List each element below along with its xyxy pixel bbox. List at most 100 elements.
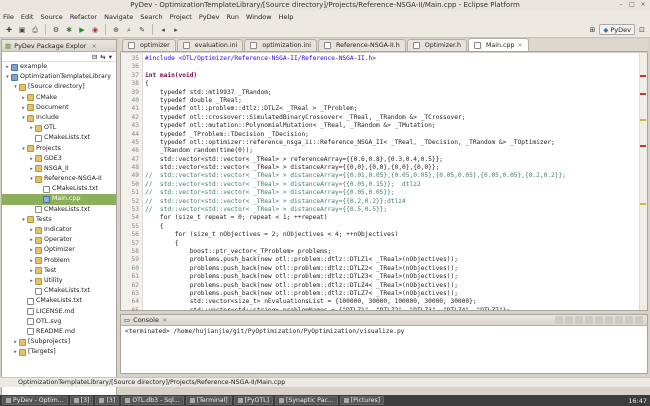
tree-item[interactable]: ▸ Indicator [2,225,116,235]
tree-item[interactable]: ▾ Reference-NSGA-II [2,174,116,184]
menu-source[interactable]: Source [40,13,62,21]
menu-edit[interactable]: Edit [21,13,34,21]
collapsed-icon[interactable]: ▸ [28,256,35,266]
back-icon[interactable]: ◂ [158,25,168,35]
tree-item[interactable]: CMakeLists.txt [2,205,116,215]
open-perspective-icon[interactable]: ⊞ [587,25,597,35]
collapsed-icon[interactable]: ▸ [12,337,19,347]
perspective-cpp-icon[interactable]: ⊡ [637,25,647,35]
tree-item[interactable]: OTL.svg [2,317,116,327]
editor-tab[interactable]: optimizer [122,39,176,51]
tree-item[interactable]: ▸ example [2,62,116,72]
collapsed-icon[interactable]: ▸ [28,245,35,255]
minimize-view-icon[interactable] [625,316,633,324]
search-icon[interactable]: ⌕ [124,25,134,35]
external-tools-icon[interactable]: ◉ [90,25,100,35]
menu-search[interactable]: Search [140,13,162,21]
console-title[interactable]: Console [133,316,159,324]
collapsed-icon[interactable]: ▸ [28,266,35,276]
perspective-pydev-button[interactable]: ◆ PyDev [599,24,635,35]
collapsed-icon[interactable]: ▸ [12,347,19,357]
tree-item[interactable]: ▸ Problem [2,256,116,266]
error-marker[interactable] [640,93,646,95]
editor-tab[interactable]: evaluation.ini [176,39,244,51]
tree-item[interactable]: ▾ OptimizationTemplateLibrary [2,72,116,82]
tree-item[interactable]: ▾ Projects [2,144,116,154]
menu-navigate[interactable]: Navigate [104,13,133,21]
tree-item[interactable]: Main.cpp [2,194,116,205]
tree-item[interactable]: ▸ OTL [2,123,116,133]
taskbar-item[interactable]: OTL.db3 - Sql... [121,396,184,405]
display-console-icon[interactable] [605,316,613,324]
collapsed-icon[interactable]: ▸ [28,225,35,235]
taskbar-item[interactable]: [Pictures] [339,396,385,405]
menu-run[interactable]: Run [226,13,238,21]
close-view-icon[interactable]: × [162,316,167,324]
link-editor-icon[interactable]: ⇆ [100,53,105,61]
collapsed-icon[interactable]: ▸ [20,93,27,103]
tree-item[interactable]: ▸ Test [2,266,116,276]
menu-project[interactable]: Project [170,13,192,21]
taskbar-item[interactable]: [3] [69,396,94,405]
remove-launch-icon[interactable] [565,316,573,324]
open-type-icon[interactable]: ⊕ [111,25,121,35]
collapsed-icon[interactable]: ▸ [28,276,35,286]
collapsed-icon[interactable]: ▸ [4,62,11,72]
menu-refactor[interactable]: Refactor [70,13,97,21]
tree-item[interactable]: ▾ Include [2,113,116,123]
warning-marker[interactable] [640,203,646,205]
taskbar-item[interactable]: [Synaptic Pac... [275,396,338,405]
expanded-icon[interactable]: ▾ [4,72,11,82]
collapse-all-icon[interactable]: ⊟ [92,53,97,61]
terminate-icon[interactable] [555,316,563,324]
pin-console-icon[interactable] [595,316,603,324]
expanded-icon[interactable]: ▾ [20,144,27,154]
debug-icon[interactable]: ✱ [64,25,74,35]
tree-item[interactable]: ▸ Optimizer [2,245,116,255]
menu-pydev[interactable]: PyDev [199,13,220,21]
close-tab-icon[interactable]: × [518,42,523,49]
collapsed-icon[interactable]: ▸ [28,123,35,133]
expanded-icon[interactable]: ▾ [20,113,27,123]
maximize-view-icon[interactable] [635,316,643,324]
editor-tab[interactable]: Main.cpp × [468,38,529,51]
taskbar-item[interactable]: [3] [95,396,120,405]
tree-item[interactable]: ▾ Tests [2,215,116,225]
editor-tab[interactable]: Optimizer.h [406,39,467,51]
collapsed-icon[interactable]: ▸ [28,164,35,174]
save-icon[interactable]: ▣ [17,25,27,35]
close-view-icon[interactable]: × [91,42,96,50]
clear-console-icon[interactable] [575,316,583,324]
menu-file[interactable]: File [3,13,14,21]
forward-icon[interactable]: ▸ [171,25,181,35]
minimize-icon[interactable]: – [617,1,625,9]
tree-item[interactable]: ▸ GDE3 [2,154,116,164]
expanded-icon[interactable]: ▾ [20,215,27,225]
tree-item[interactable]: ▸ CMake [2,93,116,103]
tree-item[interactable]: ▸ Document [2,103,116,113]
scroll-lock-icon[interactable] [585,316,593,324]
package-explorer-title[interactable]: PyDev Package Explor [14,42,86,50]
tree-item[interactable]: CMakeLists.txt [2,133,116,143]
editor-tab[interactable]: Reference-NSGA-II.h [318,39,406,51]
taskbar-item[interactable]: [Terminal] [185,396,232,405]
menu-help[interactable]: Help [279,13,294,21]
error-marker[interactable] [640,75,646,77]
taskbar-clock[interactable]: 16:47 [628,397,650,405]
tree-item[interactable]: ▸ [Subprojects] [2,337,116,347]
close-icon[interactable]: × [639,1,647,9]
tree-item[interactable]: README.md [2,327,116,337]
collapsed-icon[interactable]: ▸ [28,235,35,245]
open-console-icon[interactable] [615,316,623,324]
view-menu-icon[interactable]: ▾ [109,53,112,61]
warning-marker[interactable] [640,119,646,121]
brush-icon[interactable]: ✎ [137,25,147,35]
error-marker[interactable] [640,145,646,147]
expanded-icon[interactable]: ▾ [12,82,19,92]
taskbar-item[interactable]: PyDev - Optim... [2,396,68,405]
editor-vertical-scrollbar[interactable] [639,53,647,310]
settings-icon[interactable]: ⚙ [51,25,61,35]
tree-item[interactable]: CMakeLists.txt [2,184,116,194]
code-editor[interactable]: 35 #include <OTL/Optimizer/Reference-NSGA… [120,53,648,311]
expanded-icon[interactable]: ▾ [28,174,35,184]
